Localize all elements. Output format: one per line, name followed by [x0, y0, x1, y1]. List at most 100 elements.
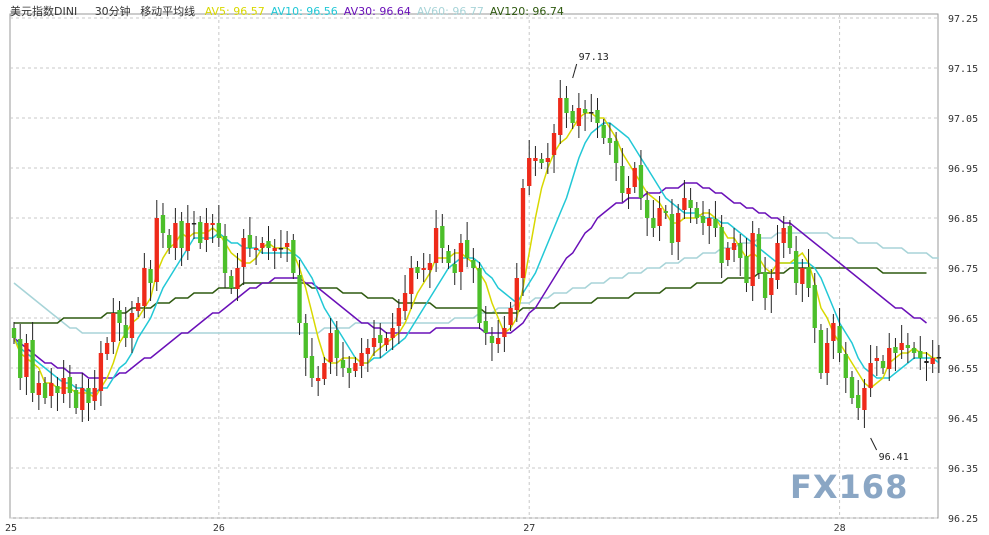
- chart-legend: 美元指数DINI 30分钟 移动平均线 AV5: 96.57 AV10: 96.5…: [10, 3, 576, 19]
- y-tick-label: 97.05: [948, 114, 978, 125]
- candle-body: [247, 235, 253, 248]
- chart-interval: 30分钟: [94, 5, 131, 18]
- candle: [86, 379, 91, 421]
- candle: [539, 153, 544, 169]
- candle: [222, 224, 228, 288]
- candle-body: [545, 158, 551, 162]
- candle-body: [297, 275, 302, 323]
- y-tick-label: 96.65: [948, 314, 978, 325]
- candle: [663, 205, 668, 219]
- candle-body: [229, 276, 234, 288]
- candle: [309, 338, 315, 387]
- candle: [61, 360, 66, 403]
- candle: [24, 334, 29, 395]
- legend-items: AV5: 96.57 AV10: 96.56 AV30: 96.64 AV60: 96…: [205, 5, 570, 18]
- candle-body: [489, 336, 495, 343]
- ma-line-av10: [13, 122, 940, 394]
- candle-body: [601, 125, 606, 138]
- candle-body: [148, 269, 153, 283]
- candle-body: [185, 223, 190, 251]
- candle-body: [260, 243, 265, 248]
- candle-body: [384, 338, 389, 345]
- candle: [55, 377, 60, 411]
- candle-body: [657, 208, 662, 226]
- candle-body: [266, 241, 271, 248]
- candle-body: [235, 268, 240, 289]
- candle: [440, 214, 445, 263]
- candle: [880, 355, 886, 374]
- candle-body: [67, 377, 73, 393]
- legend-item-av10: AV10: 96.56: [270, 5, 338, 18]
- candle: [446, 245, 451, 269]
- candle: [769, 269, 774, 313]
- legend-item-av120: AV120: 96.74: [489, 5, 564, 18]
- candle-body: [570, 111, 575, 123]
- candle: [750, 221, 755, 301]
- candle-body: [911, 348, 917, 353]
- candle-body: [781, 228, 786, 243]
- candle-body: [893, 347, 898, 353]
- candle-body: [98, 353, 104, 391]
- candle-body: [595, 110, 600, 123]
- candle-body: [849, 377, 855, 398]
- candle: [700, 201, 706, 235]
- y-tick-label: 96.35: [948, 464, 978, 475]
- candle-body: [216, 223, 222, 238]
- candle-body: [564, 98, 569, 113]
- candle-body: [762, 272, 768, 298]
- candle-body: [347, 368, 352, 373]
- candle-body: [638, 165, 644, 198]
- candle: [874, 346, 879, 376]
- candle-body: [905, 345, 911, 348]
- candle: [558, 80, 563, 144]
- candle: [433, 210, 439, 272]
- candle-body: [30, 340, 35, 393]
- candle-body: [551, 133, 557, 155]
- candle-body: [626, 188, 631, 194]
- candle: [464, 222, 470, 267]
- candle-body: [421, 268, 426, 270]
- candle-body: [700, 216, 706, 223]
- candle-body: [415, 267, 420, 273]
- candle-body: [707, 218, 712, 226]
- candle-body: [793, 251, 799, 283]
- candle-body: [315, 378, 321, 381]
- candle: [135, 297, 141, 317]
- y-tick-label: 97.15: [948, 64, 978, 75]
- candle-body: [334, 330, 339, 358]
- chart-title: 美元指数DINI: [10, 5, 78, 18]
- candle: [216, 205, 222, 247]
- candle: [812, 273, 817, 343]
- y-tick-label: 96.55: [948, 364, 978, 375]
- candle: [179, 212, 184, 266]
- candle: [862, 379, 867, 428]
- candle: [576, 93, 582, 138]
- candle-body: [756, 234, 762, 273]
- candle-body: [198, 222, 203, 243]
- candle-body: [123, 325, 128, 338]
- candle-body: [669, 214, 675, 243]
- candle: [831, 314, 836, 359]
- price-chart[interactable]: 97.25 97.15 97.05 96.95 96.85 96.75 96.65 96.55…: [0, 0, 989, 535]
- candle-body: [824, 343, 830, 373]
- logo-text: FX168: [790, 468, 909, 506]
- candle: [694, 202, 699, 224]
- candle-body: [924, 361, 929, 363]
- candle-body: [644, 200, 650, 218]
- candle: [36, 371, 42, 410]
- candle: [415, 261, 420, 279]
- candle: [905, 333, 911, 363]
- candle: [328, 318, 333, 374]
- candle: [204, 208, 209, 252]
- candle: [315, 366, 321, 396]
- candle: [911, 342, 917, 359]
- candle: [384, 332, 389, 351]
- candle-body: [918, 351, 923, 358]
- candle: [502, 316, 507, 352]
- candle-body: [24, 343, 29, 377]
- candle-body: [471, 260, 476, 268]
- candle-body: [173, 223, 178, 248]
- candle: [173, 208, 178, 260]
- candle: [893, 338, 898, 371]
- candle: [713, 201, 718, 237]
